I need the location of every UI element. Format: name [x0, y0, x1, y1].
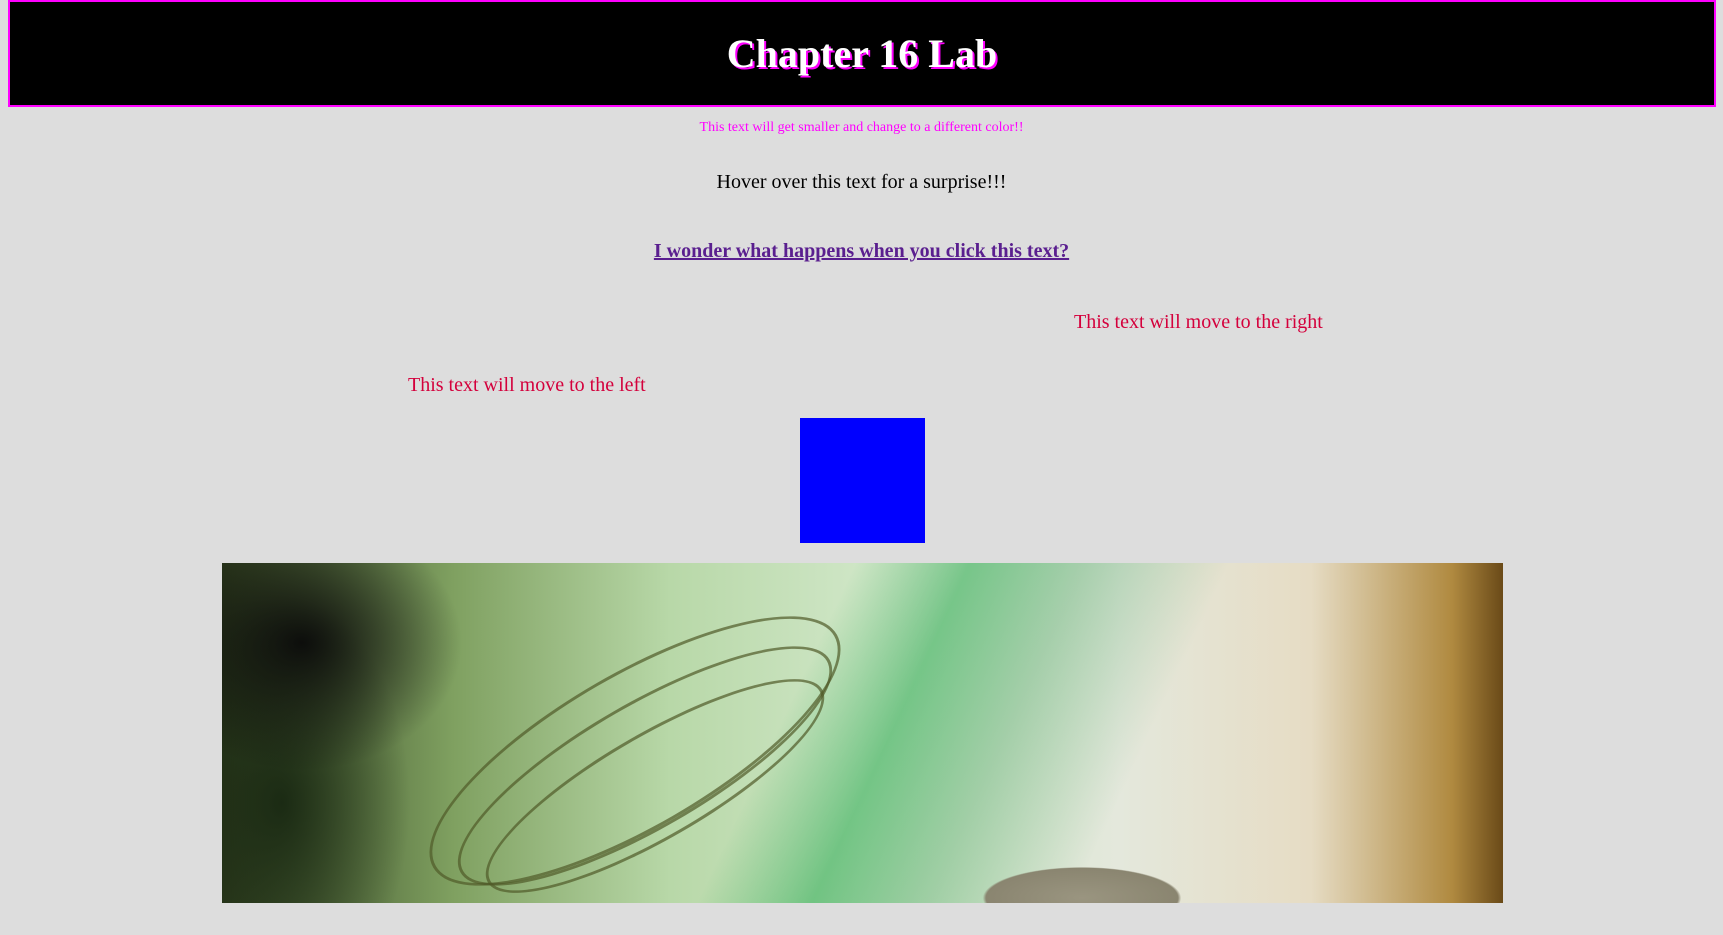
planet-space-image — [222, 563, 1503, 935]
move-left-text: This text will move to the left — [408, 374, 646, 396]
page-title: Chapter 16 Lab — [726, 31, 998, 76]
animated-blue-box — [800, 418, 925, 543]
hover-surprise-text[interactable]: Hover over this text for a surprise!!! — [0, 171, 1723, 194]
shrinking-text: This text will get smaller and change to… — [699, 120, 1024, 135]
move-right-text: This text will move to the right — [1074, 311, 1323, 333]
page-header: Chapter 16 Lab — [8, 0, 1716, 107]
click-text-link[interactable]: I wonder what happens when you click thi… — [654, 240, 1069, 262]
